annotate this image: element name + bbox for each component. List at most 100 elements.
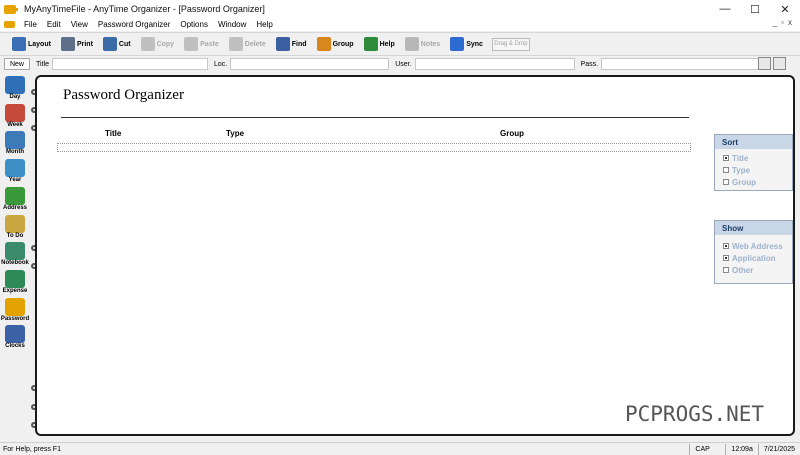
user-label: User.	[395, 60, 412, 68]
layout-icon	[12, 37, 26, 51]
nav-item-day[interactable]: Day	[1, 76, 29, 100]
printer-icon	[60, 37, 75, 51]
menu-edit[interactable]: Edit	[42, 20, 66, 29]
delete-icon	[228, 37, 243, 51]
checkbox[interactable]	[723, 167, 729, 173]
nav-item-week[interactable]: Week	[1, 104, 29, 128]
app-window: MyAnyTimeFile - AnyTime Organizer - [Pas…	[0, 0, 800, 455]
help-icon	[363, 37, 378, 51]
nav-item-address[interactable]: Address	[1, 187, 29, 211]
password-field[interactable]	[601, 58, 760, 70]
checkbox[interactable]	[723, 255, 729, 261]
close-button[interactable]: ✕	[770, 0, 800, 18]
nav-item-year[interactable]: Year	[1, 159, 29, 183]
checkbox[interactable]	[723, 155, 729, 161]
nav-item-expense[interactable]: Expense	[1, 270, 29, 294]
notes-icon	[404, 37, 419, 51]
cut-label: Cut	[118, 40, 131, 48]
mdi-controls: _ ▫ x	[773, 18, 792, 27]
paste-label: Paste	[200, 40, 219, 48]
new-button[interactable]: New	[4, 58, 30, 70]
layout-button[interactable]: Layout	[9, 34, 54, 54]
nav-item-todo[interactable]: To Do	[1, 215, 29, 239]
delete-button[interactable]: Delete	[226, 34, 269, 54]
checkbox[interactable]	[723, 243, 729, 249]
copy-button[interactable]: Copy	[138, 34, 178, 54]
checkbox[interactable]	[723, 179, 729, 185]
copy-credentials-icon[interactable]	[758, 57, 771, 70]
option-label: Application	[732, 253, 776, 263]
option-label: Group	[732, 177, 756, 187]
mdi-minimize-button[interactable]: _	[773, 18, 777, 27]
notes-button[interactable]: Notes	[402, 34, 443, 54]
location-field[interactable]	[230, 58, 390, 70]
todo-icon	[5, 215, 25, 233]
show-option-web-address[interactable]: Web Address	[715, 240, 792, 252]
mdi-restore-button[interactable]: ▫	[781, 18, 784, 27]
option-label: Title	[732, 153, 749, 163]
column-header-group[interactable]: Group	[500, 129, 524, 138]
find-button[interactable]: Find	[273, 34, 310, 54]
sync-icon	[450, 37, 465, 51]
sort-panel: Sort Title Type Group	[714, 134, 793, 191]
nav-label: Clocks	[5, 343, 25, 349]
toolbar: Layout Print Cut Copy Paste Delete Find …	[0, 32, 800, 56]
search-actions	[758, 57, 786, 70]
print-button[interactable]: Print	[58, 34, 96, 54]
delete-label: Delete	[244, 40, 266, 48]
menu-bar: File Edit View Password Organizer Option…	[0, 18, 800, 31]
menu-file[interactable]: File	[19, 20, 42, 29]
show-option-application[interactable]: Application	[715, 252, 792, 264]
show-option-other[interactable]: Other	[715, 264, 792, 276]
menu-password-organizer[interactable]: Password Organizer	[93, 20, 175, 29]
menu-view[interactable]: View	[66, 20, 93, 29]
notebook-icon	[5, 242, 25, 260]
sort-heading: Sort	[715, 135, 792, 149]
nav-item-password[interactable]: Password	[1, 298, 29, 322]
column-header-type[interactable]: Type	[226, 129, 244, 138]
checkbox[interactable]	[723, 267, 729, 273]
calendar-year-icon	[5, 159, 25, 177]
calendar-week-icon	[5, 104, 25, 122]
user-field[interactable]	[414, 58, 575, 70]
drag-drop-box[interactable]: Drag & Drop	[491, 37, 530, 51]
title-label: Title	[36, 60, 49, 68]
nav-item-notebook[interactable]: Notebook	[1, 242, 29, 266]
paste-icon	[184, 37, 199, 51]
option-label: Type	[732, 165, 751, 175]
clock-icon	[5, 325, 25, 343]
nav-item-clocks[interactable]: Clocks	[1, 325, 29, 349]
group-button[interactable]: Group	[314, 34, 357, 54]
nav-label: Expense	[2, 288, 28, 294]
nav-label: Password	[0, 316, 30, 322]
nav-label: Notebook	[1, 260, 29, 266]
scissors-icon	[102, 37, 117, 51]
password-label: Pass.	[580, 60, 599, 68]
paste-button[interactable]: Paste	[181, 34, 222, 54]
menu-window[interactable]: Window	[213, 20, 251, 29]
calendar-day-icon	[5, 76, 25, 94]
sort-option-type[interactable]: Type	[715, 164, 792, 176]
menu-options[interactable]: Options	[175, 20, 213, 29]
minimize-button[interactable]: —	[710, 0, 740, 18]
column-header-title[interactable]: Title	[105, 129, 121, 138]
location-label: Loc.	[213, 60, 228, 68]
sync-button[interactable]: Sync	[447, 34, 486, 54]
status-date: 7/21/2025	[757, 443, 800, 455]
status-help-text: For Help, press F1	[3, 445, 61, 453]
cut-button[interactable]: Cut	[100, 34, 134, 54]
mdi-close-button[interactable]: x	[788, 18, 792, 27]
notes-label: Notes	[420, 40, 441, 48]
nav-item-month[interactable]: Month	[1, 131, 29, 155]
fill-credentials-icon[interactable]	[773, 57, 786, 70]
sort-option-title[interactable]: Title	[715, 152, 792, 164]
menu-help[interactable]: Help	[251, 20, 277, 29]
password-list[interactable]	[57, 143, 691, 152]
maximize-button[interactable]: ☐	[740, 0, 770, 18]
key-icon	[5, 298, 25, 316]
title-field[interactable]	[51, 58, 208, 70]
key-icon[interactable]	[4, 21, 15, 28]
help-button[interactable]: Help	[361, 34, 398, 54]
sort-option-group[interactable]: Group	[715, 176, 792, 188]
nav-label: Address	[2, 205, 27, 211]
